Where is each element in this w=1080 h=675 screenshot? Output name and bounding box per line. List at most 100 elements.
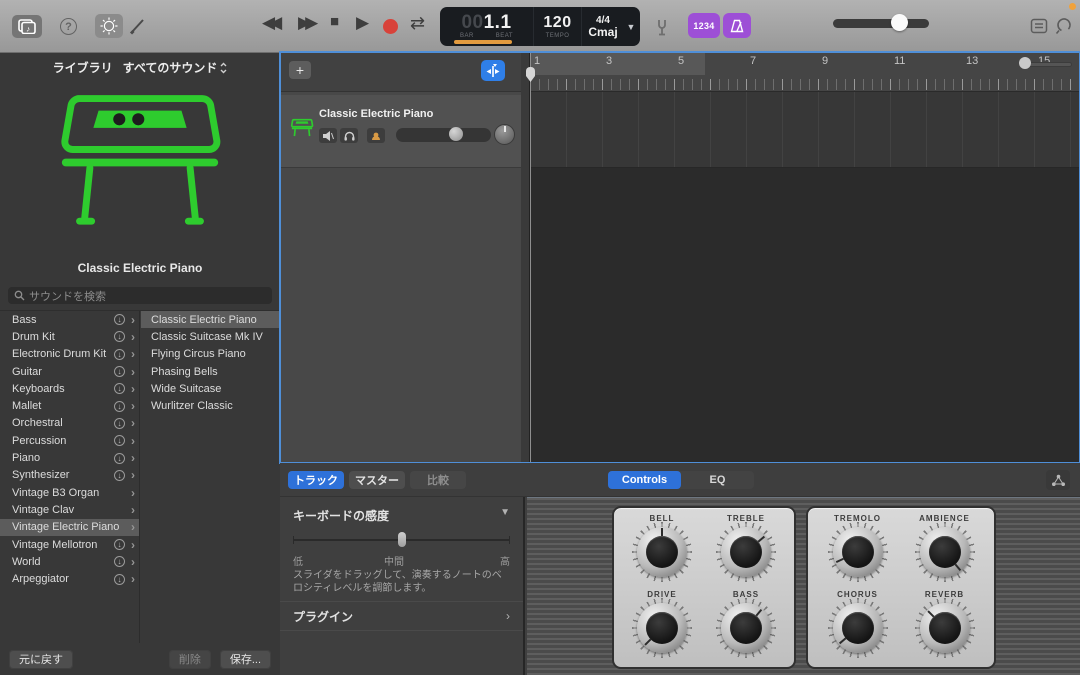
inspector-tab-compare[interactable]: 比較 [410,471,466,489]
chorus-knob[interactable] [828,598,888,658]
add-track-button[interactable]: + [289,61,311,79]
column-divider[interactable] [521,53,530,462]
library-scope-selector[interactable]: すべてのサウンド [123,59,228,76]
quick-help-button[interactable]: ? [60,18,77,35]
cycle-button[interactable]: ⇄ [410,13,425,34]
library-toggle-button[interactable]: ♪ [12,15,42,38]
download-icon[interactable]: ↓ [114,366,125,377]
undo-button[interactable]: 元に戻す [9,650,73,669]
zoom-slider-knob[interactable] [1019,57,1031,69]
patch-item[interactable]: Classic Suitcase Mk IV [141,328,280,345]
download-icon[interactable]: ↓ [114,470,125,481]
tuner-button[interactable] [652,17,672,37]
bell-knob[interactable] [632,522,692,582]
delete-button[interactable]: 削除 [169,650,211,669]
download-icon[interactable]: ↓ [114,349,125,360]
lcd-tempo[interactable]: 120 TEMPO [534,7,582,46]
horizontal-zoom-slider[interactable] [1019,59,1071,69]
tremolo-knob[interactable] [828,522,888,582]
download-icon[interactable]: ↓ [114,418,125,429]
category-item[interactable]: Percussion↓› [0,432,139,449]
count-in-button[interactable]: 1234 [688,13,720,38]
category-item[interactable]: Electronic Drum Kit↓› [0,346,139,363]
download-icon[interactable]: ↓ [114,453,125,464]
smart-controls-toolbar-button[interactable] [95,14,123,38]
play-button[interactable]: ▶ [356,13,369,33]
inspector-tab-master[interactable]: マスター [349,471,405,489]
stop-button[interactable]: ■ [330,13,339,30]
save-button[interactable]: 保存... [220,650,271,669]
track-name[interactable]: Classic Electric Piano [319,108,433,120]
category-item[interactable]: Orchestral↓› [0,415,139,432]
master-volume-slider[interactable] [833,19,929,28]
category-item[interactable]: Mallet↓› [0,397,139,414]
smart-controls-tab-controls[interactable]: Controls [608,471,681,489]
patch-view-button[interactable] [1046,470,1070,490]
inspector-tab-track[interactable]: トラック [288,471,344,489]
category-item[interactable]: Vintage Electric Piano› [0,519,139,536]
patch-item[interactable]: Wurlitzer Classic [141,397,280,414]
category-item[interactable]: World↓› [0,553,139,570]
master-volume-knob[interactable] [891,14,908,31]
editor-button[interactable] [128,16,148,36]
category-item[interactable]: Drum Kit↓› [0,328,139,345]
download-icon[interactable]: ↓ [114,314,125,325]
patch-item[interactable]: Wide Suitcase [141,380,280,397]
solo-button[interactable] [340,128,358,143]
download-icon[interactable]: ↓ [114,383,125,394]
sensitivity-slider[interactable] [293,533,510,547]
category-label: World [12,556,114,568]
treble-knob[interactable] [716,522,776,582]
notepad-button[interactable] [1030,18,1048,34]
record-button[interactable] [383,19,398,34]
track-pan-knob[interactable] [494,124,515,145]
chevron-down-icon[interactable]: ▼ [627,22,636,32]
input-monitoring-button[interactable] [367,128,385,143]
download-icon[interactable]: ↓ [114,574,125,585]
knob-unit: TREBLE [704,512,788,588]
download-icon[interactable]: ↓ [114,556,125,567]
rewind-button[interactable]: ◀◀ [262,13,282,33]
mute-button[interactable] [319,128,337,143]
category-item[interactable]: Keyboards↓› [0,380,139,397]
collapse-chevron-icon[interactable]: ▼ [500,507,510,524]
patch-item[interactable]: Classic Electric Piano [141,311,280,328]
download-icon[interactable]: ↓ [114,539,125,550]
category-label: Orchestral [12,417,114,429]
smart-controls-tab-eq[interactable]: EQ [681,471,754,489]
track-volume-knob[interactable] [449,127,463,141]
lcd-display[interactable]: 001.1 BARBEAT 120 TEMPO 4/4 Cmaj ▼ [440,7,640,46]
category-item[interactable]: Guitar↓› [0,363,139,380]
category-item[interactable]: Vintage B3 Organ› [0,484,139,501]
forward-button[interactable]: ▶▶ [298,13,318,33]
timeline-ruler[interactable]: 13579111315 [530,53,1079,92]
download-icon[interactable]: ↓ [114,401,125,412]
download-icon[interactable]: ↓ [114,331,125,342]
search-input[interactable]: サウンドを検索 [8,287,272,304]
drive-knob[interactable] [632,598,692,658]
category-item[interactable]: Bass↓› [0,311,139,328]
metronome-button[interactable] [723,13,751,38]
plugins-row[interactable]: プラグイン › [280,601,523,631]
sensitivity-knob[interactable] [398,532,406,547]
category-item[interactable]: Synthesizer↓› [0,467,139,484]
category-item[interactable]: Arpeggiator↓› [0,570,139,587]
catch-playhead-button[interactable] [481,60,505,81]
download-icon[interactable]: ↓ [114,435,125,446]
lcd-key-signature[interactable]: 4/4 Cmaj [582,7,624,46]
reverb-knob[interactable] [915,598,975,658]
category-item[interactable]: Vintage Mellotron↓› [0,536,139,553]
track-header[interactable]: Classic Electric Piano [281,95,521,168]
ambience-knob[interactable] [915,522,975,582]
sensitivity-high-label: 高 [500,553,510,568]
track-lane[interactable] [530,92,1079,168]
patch-item[interactable]: Phasing Bells [141,363,280,380]
bass-knob[interactable] [716,598,776,658]
rewind-icon: ◀◀ [262,13,282,33]
loop-browser-button[interactable] [1055,17,1073,35]
category-item[interactable]: Piano↓› [0,449,139,466]
arrange-area[interactable]: 13579111315 [530,53,1079,462]
track-volume-slider[interactable] [396,128,491,142]
patch-item[interactable]: Flying Circus Piano [141,346,280,363]
category-item[interactable]: Vintage Clav› [0,501,139,518]
